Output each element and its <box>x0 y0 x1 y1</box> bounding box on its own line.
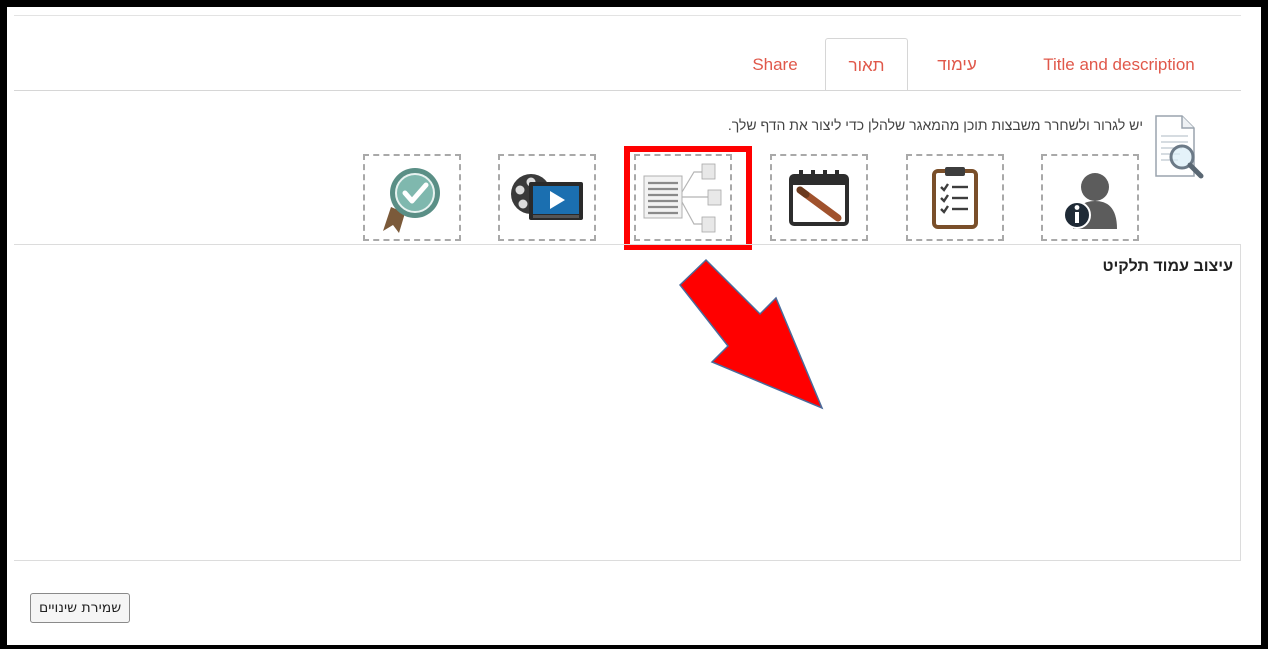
video-block[interactable] <box>498 154 596 241</box>
clipboard-checklist-icon <box>930 165 980 231</box>
top-divider <box>14 15 1241 16</box>
highlight-box <box>624 146 752 250</box>
calendar-pen-icon <box>786 168 852 228</box>
user-info-block[interactable] <box>1041 154 1139 241</box>
badge-block[interactable] <box>363 154 461 241</box>
document-search-icon <box>1152 112 1210 182</box>
red-arrow-annotation <box>678 258 824 410</box>
drag-drop-instructions: יש לגרור ולשחרר משבצות תוכן מהמאגר שלהלן… <box>727 117 1143 133</box>
tab-description[interactable]: תאור <box>825 38 908 91</box>
journal-block[interactable] <box>770 154 868 241</box>
portfolio-layout-area[interactable] <box>14 244 1241 561</box>
clipboard-block[interactable] <box>906 154 1004 241</box>
save-changes-button[interactable]: שמירת שינויים <box>30 593 131 623</box>
user-info-icon <box>1057 165 1123 231</box>
badge-check-icon <box>379 163 445 233</box>
tab-title-and-description[interactable]: Title and description <box>1012 38 1226 91</box>
tab-share[interactable]: Share <box>738 38 812 91</box>
tab-layout[interactable]: עימוד <box>922 38 992 91</box>
tabs-divider <box>14 90 1241 91</box>
portfolio-layout-heading: עיצוב עמוד תלקיט <box>1102 258 1233 275</box>
film-video-icon <box>507 168 587 228</box>
